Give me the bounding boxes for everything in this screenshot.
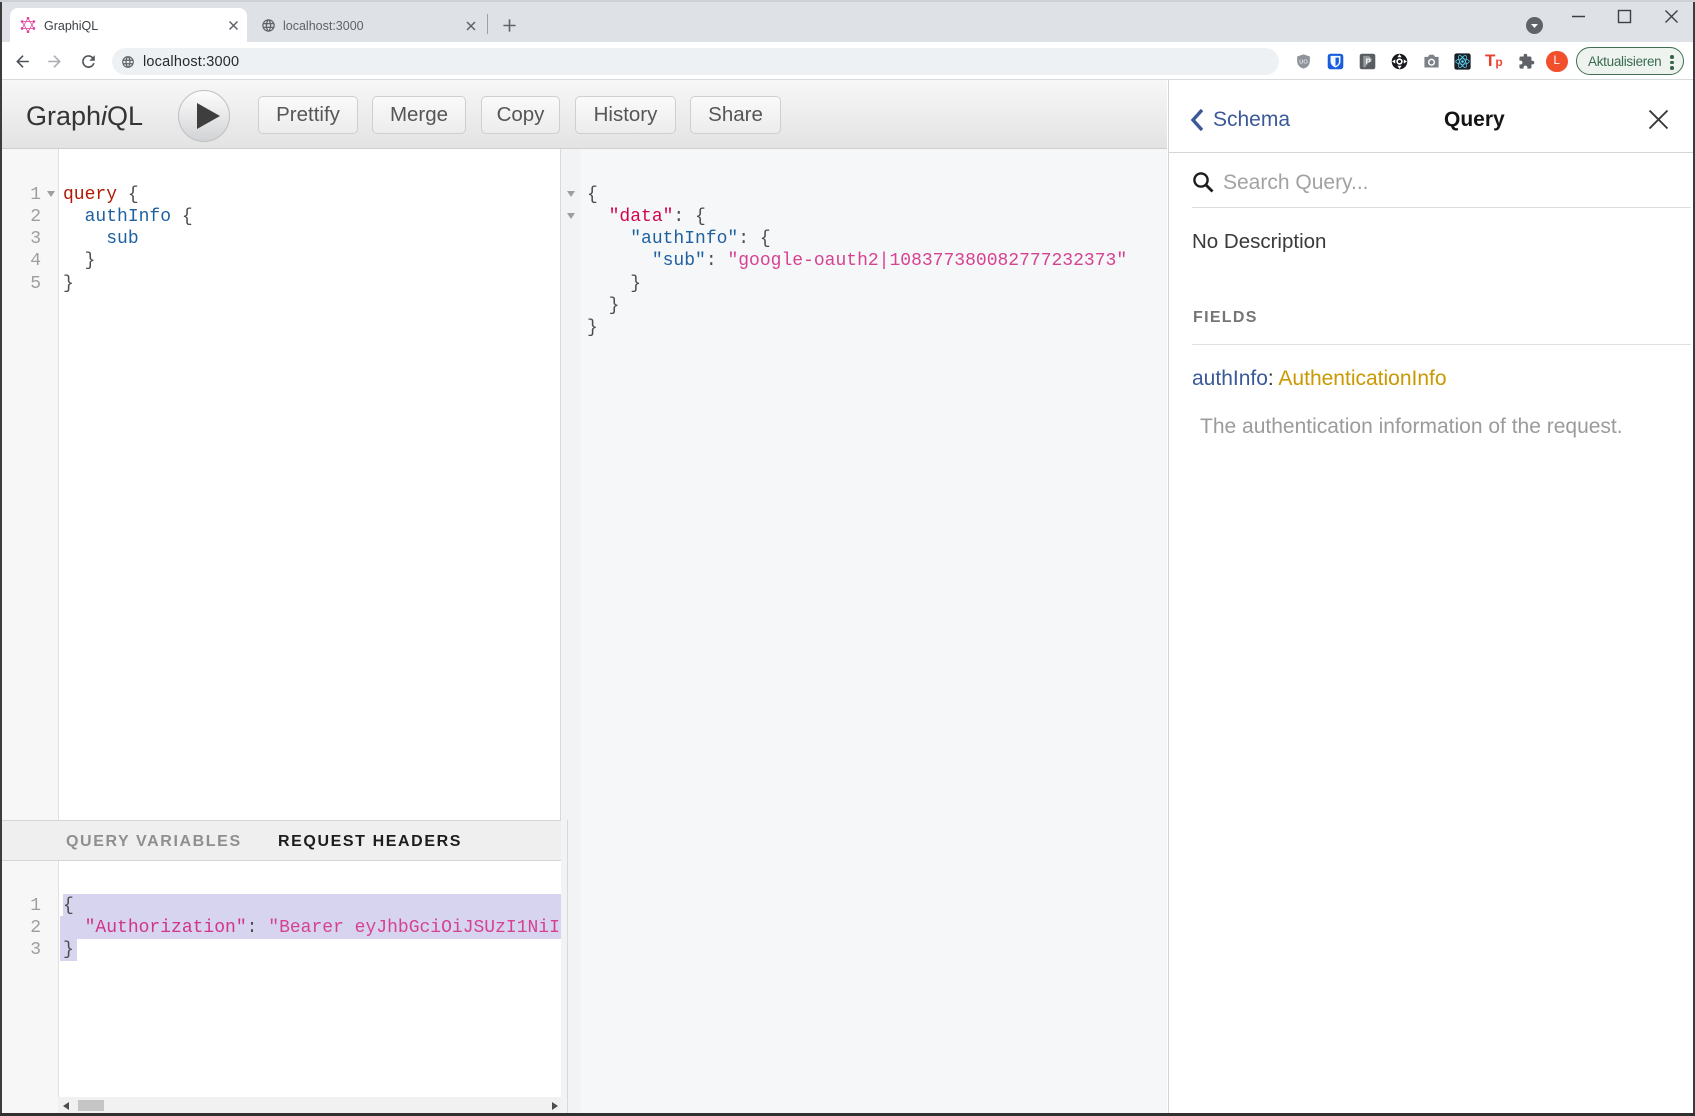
svg-text:UO: UO bbox=[1299, 59, 1308, 65]
svg-text:P: P bbox=[1366, 57, 1371, 66]
